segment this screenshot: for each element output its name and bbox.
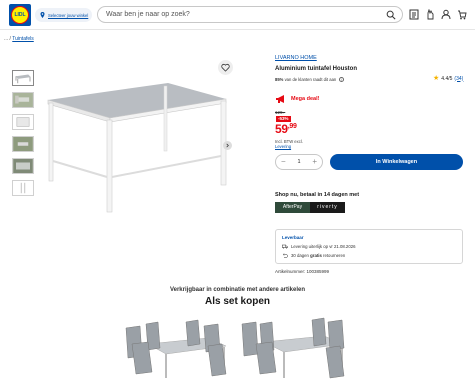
set-heading: Als set kopen (204, 296, 271, 307)
delivery-box: Leverbaar Levering uiterlijk op vr 21.08… (275, 229, 463, 264)
cart-icon[interactable] (457, 9, 467, 20)
old-price: 129.- (275, 110, 286, 115)
thumbnail[interactable] (12, 70, 34, 86)
current-price: 59,99 (275, 122, 297, 136)
returns-days: 30 dagen (291, 253, 309, 258)
thumbnail[interactable] (12, 180, 34, 196)
site-header: LIDL Selecteer jouw winkel Waar ben je n… (0, 0, 475, 30)
price-int: 59 (275, 122, 288, 136)
riverty-logo: riverty (310, 202, 345, 213)
list-icon[interactable] (409, 9, 419, 20)
thumbnail-list (12, 70, 34, 202)
select-store-button[interactable]: Selecteer jouw winkel (35, 8, 92, 22)
price-dec: ,99 (287, 123, 297, 130)
delivery-date-row: Levering uiterlijk op vr 21.08.2026 (282, 244, 356, 249)
qty-plus-button[interactable]: + (312, 158, 317, 166)
payment-logos: AfterPay riverty (275, 202, 345, 213)
recommend-text: van de klanten raadt dit aan (284, 77, 337, 82)
set-image-1[interactable] (118, 314, 236, 380)
hand-icon[interactable] (425, 9, 435, 20)
article-number: Artikelnummer: 100385999 (275, 269, 330, 274)
vat-info: Incl. BTW excl. Levering (275, 139, 303, 149)
returns-row: 30 dagen gratis retourneren (282, 253, 345, 258)
store-label: Selecteer jouw winkel (48, 12, 89, 18)
search-input[interactable]: Waar ben je naar op zoek? (97, 6, 403, 23)
logo-text: LIDL (14, 12, 26, 18)
recommendation: 85% van de klanten raadt dit aan i (275, 77, 345, 82)
qty-value[interactable]: 1 (297, 159, 300, 165)
search-placeholder: Waar ben je naar op zoek? (106, 11, 190, 18)
qty-minus-button[interactable]: − (281, 158, 286, 166)
rating[interactable]: ★ 4.4/5 (34) (433, 75, 463, 82)
thumbnail[interactable] (12, 158, 34, 174)
thumbnail[interactable] (12, 136, 34, 152)
chevron-right-icon (226, 143, 229, 148)
combo-text: Verkrijgbaar in combinatie met andere ar… (169, 287, 306, 293)
deal-label: Mega deal! (291, 96, 320, 102)
set-image-2[interactable] (238, 314, 356, 380)
brand-link[interactable]: LIVARNO HOME (275, 55, 317, 61)
deal-badge: Mega deal! (275, 94, 319, 104)
breadcrumb: ... / Tuintafels (4, 36, 34, 42)
star-icon: ★ (433, 75, 440, 82)
breadcrumb-prefix: ... / (4, 36, 11, 42)
pay-later-heading: Shop nu, betaal in 14 dagen met (275, 192, 360, 198)
info-icon[interactable]: i (339, 77, 345, 82)
user-icon[interactable] (441, 9, 451, 20)
location-pin-icon (40, 12, 45, 18)
truck-icon (282, 244, 288, 249)
rating-count[interactable]: (34) (454, 76, 463, 82)
breadcrumb-link-tuintafels[interactable]: Tuintafels (12, 36, 34, 42)
delivery-heading: Leverbaar (282, 235, 304, 240)
next-image-button[interactable] (223, 141, 232, 150)
delivery-cost-link[interactable]: Levering (275, 144, 303, 149)
product-title: Aluminium tuintafel Houston (275, 66, 357, 72)
delivery-date: Levering uiterlijk op vr 21.08.2026 (291, 244, 356, 249)
return-icon (282, 253, 288, 258)
returns-free: gratis (310, 253, 322, 258)
returns-text: retourneren (323, 253, 346, 258)
rating-value: 4.4/5 (441, 75, 453, 82)
favorite-button[interactable] (218, 60, 233, 75)
quantity-stepper[interactable]: − 1 + (275, 154, 323, 170)
product-main-image (47, 83, 227, 213)
heart-icon (221, 63, 230, 72)
afterpay-logo: AfterPay (275, 202, 310, 213)
thumbnail[interactable] (12, 92, 34, 108)
search-icon[interactable] (386, 10, 396, 20)
add-to-cart-button[interactable]: In Winkelwagen (330, 154, 463, 170)
lidl-logo[interactable]: LIDL (9, 4, 31, 26)
thumbnail[interactable] (12, 114, 34, 130)
megaphone-icon (276, 95, 284, 103)
recommend-percent: 85% (275, 77, 284, 82)
